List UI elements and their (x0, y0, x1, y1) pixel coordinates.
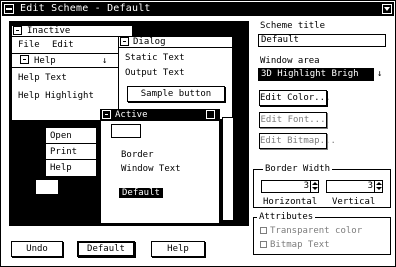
vertical-value: 3 (367, 181, 373, 191)
dialog-title: Dialog (133, 37, 166, 47)
dialog-title-bar: Dialog (119, 37, 232, 48)
transparent-checkbox-box[interactable] (260, 227, 267, 234)
edit-scheme-window: Edit Scheme - Default Inactive File Edit… (0, 0, 396, 267)
sample-button: Sample button (127, 86, 225, 102)
selected-default-text: Default (119, 188, 163, 198)
scheme-title-input[interactable]: Default (258, 34, 386, 47)
menu-edit: Edit (52, 40, 74, 50)
bitmap-text-label: Bitmap Text (270, 240, 330, 250)
scheme-preview[interactable]: Inactive File Edit Help ↓ Help Text Help… (9, 21, 249, 226)
help-sysmenu-icon (20, 55, 29, 64)
inactive-menu-divider (12, 53, 132, 54)
bitmap-text-checkbox-box[interactable] (260, 241, 267, 248)
edit-color-button[interactable]: Edit Color... (259, 90, 330, 106)
horizontal-spin-arrows-icon[interactable] (310, 181, 318, 192)
vertical-label: Vertical (332, 197, 376, 207)
inactive-sysmenu-icon (13, 26, 22, 35)
help-minimize-icon: ↓ (102, 56, 108, 66)
menu-file: File (18, 40, 40, 50)
bitmap-text-checkbox[interactable]: Bitmap Text (260, 240, 330, 250)
inactive-title: Inactive (27, 26, 71, 36)
transparent-color-checkbox[interactable]: Transparent color (260, 226, 362, 236)
border-text: Border (121, 150, 154, 160)
popup-menu-sample: Open Print Help (45, 127, 97, 177)
transparent-color-label: Transparent color (270, 226, 363, 236)
help-divider (12, 67, 132, 68)
active-minimize-icon (206, 110, 215, 119)
popup-help: Help (50, 163, 72, 173)
window-icon (35, 179, 59, 195)
popup-print: Print (50, 147, 78, 157)
static-text: Static Text (125, 53, 185, 63)
inactive-title-bar: Inactive (12, 26, 132, 37)
help-title: Help (34, 56, 56, 66)
vertical-spinner[interactable]: 3 (326, 180, 383, 193)
attributes-label: Attributes (257, 212, 316, 222)
title-bar[interactable]: Edit Scheme - Default (2, 2, 394, 16)
undo-button[interactable]: Undo (11, 241, 63, 257)
vertical-spin-arrows-icon[interactable] (374, 181, 382, 192)
inner-window-box (111, 124, 141, 138)
window-area-label: Window area (260, 56, 320, 66)
window-text-sample: Window Text (121, 164, 181, 174)
window-title: Edit Scheme - Default (20, 3, 151, 14)
help-highlight-item: Help Highlight (18, 91, 94, 101)
active-window-sample: Active Border Window Text Default (100, 109, 220, 224)
horizontal-spinner[interactable]: 3 (261, 180, 319, 193)
edit-font-button[interactable]: Edit Font... (259, 112, 327, 128)
preview-scroll-strip (222, 117, 234, 221)
help-text-item: Help Text (18, 73, 67, 83)
horizontal-label: Horizontal (263, 197, 318, 207)
default-button[interactable]: Default (77, 241, 135, 257)
system-menu-icon[interactable] (4, 4, 14, 14)
popup-open: Open (50, 131, 72, 141)
horizontal-value: 3 (303, 181, 309, 191)
active-sysmenu-icon (102, 110, 111, 119)
border-width-label: Border Width (263, 164, 333, 174)
help-button[interactable]: Help (151, 241, 205, 257)
output-text: Output Text (125, 68, 185, 78)
minimize-icon[interactable] (382, 4, 392, 14)
edit-bitmap-button[interactable]: Edit Bitmap... (259, 133, 336, 149)
inactive-window-sample: Inactive File Edit Help ↓ Help Text Help… (11, 25, 133, 121)
dialog-sysmenu-icon (120, 37, 129, 46)
window-area-select[interactable]: 3D Highlight Brigh (258, 68, 374, 81)
popup-divider-2 (46, 159, 96, 160)
dialog-sample: Dialog Static Text Output Text Sample bu… (118, 36, 233, 120)
active-title-bar: Active (101, 110, 219, 121)
popup-divider-1 (46, 143, 96, 144)
window-area-dropdown-icon[interactable]: ↓ (377, 69, 382, 79)
active-title: Active (115, 110, 148, 120)
scheme-title-label: Scheme title (260, 21, 326, 31)
